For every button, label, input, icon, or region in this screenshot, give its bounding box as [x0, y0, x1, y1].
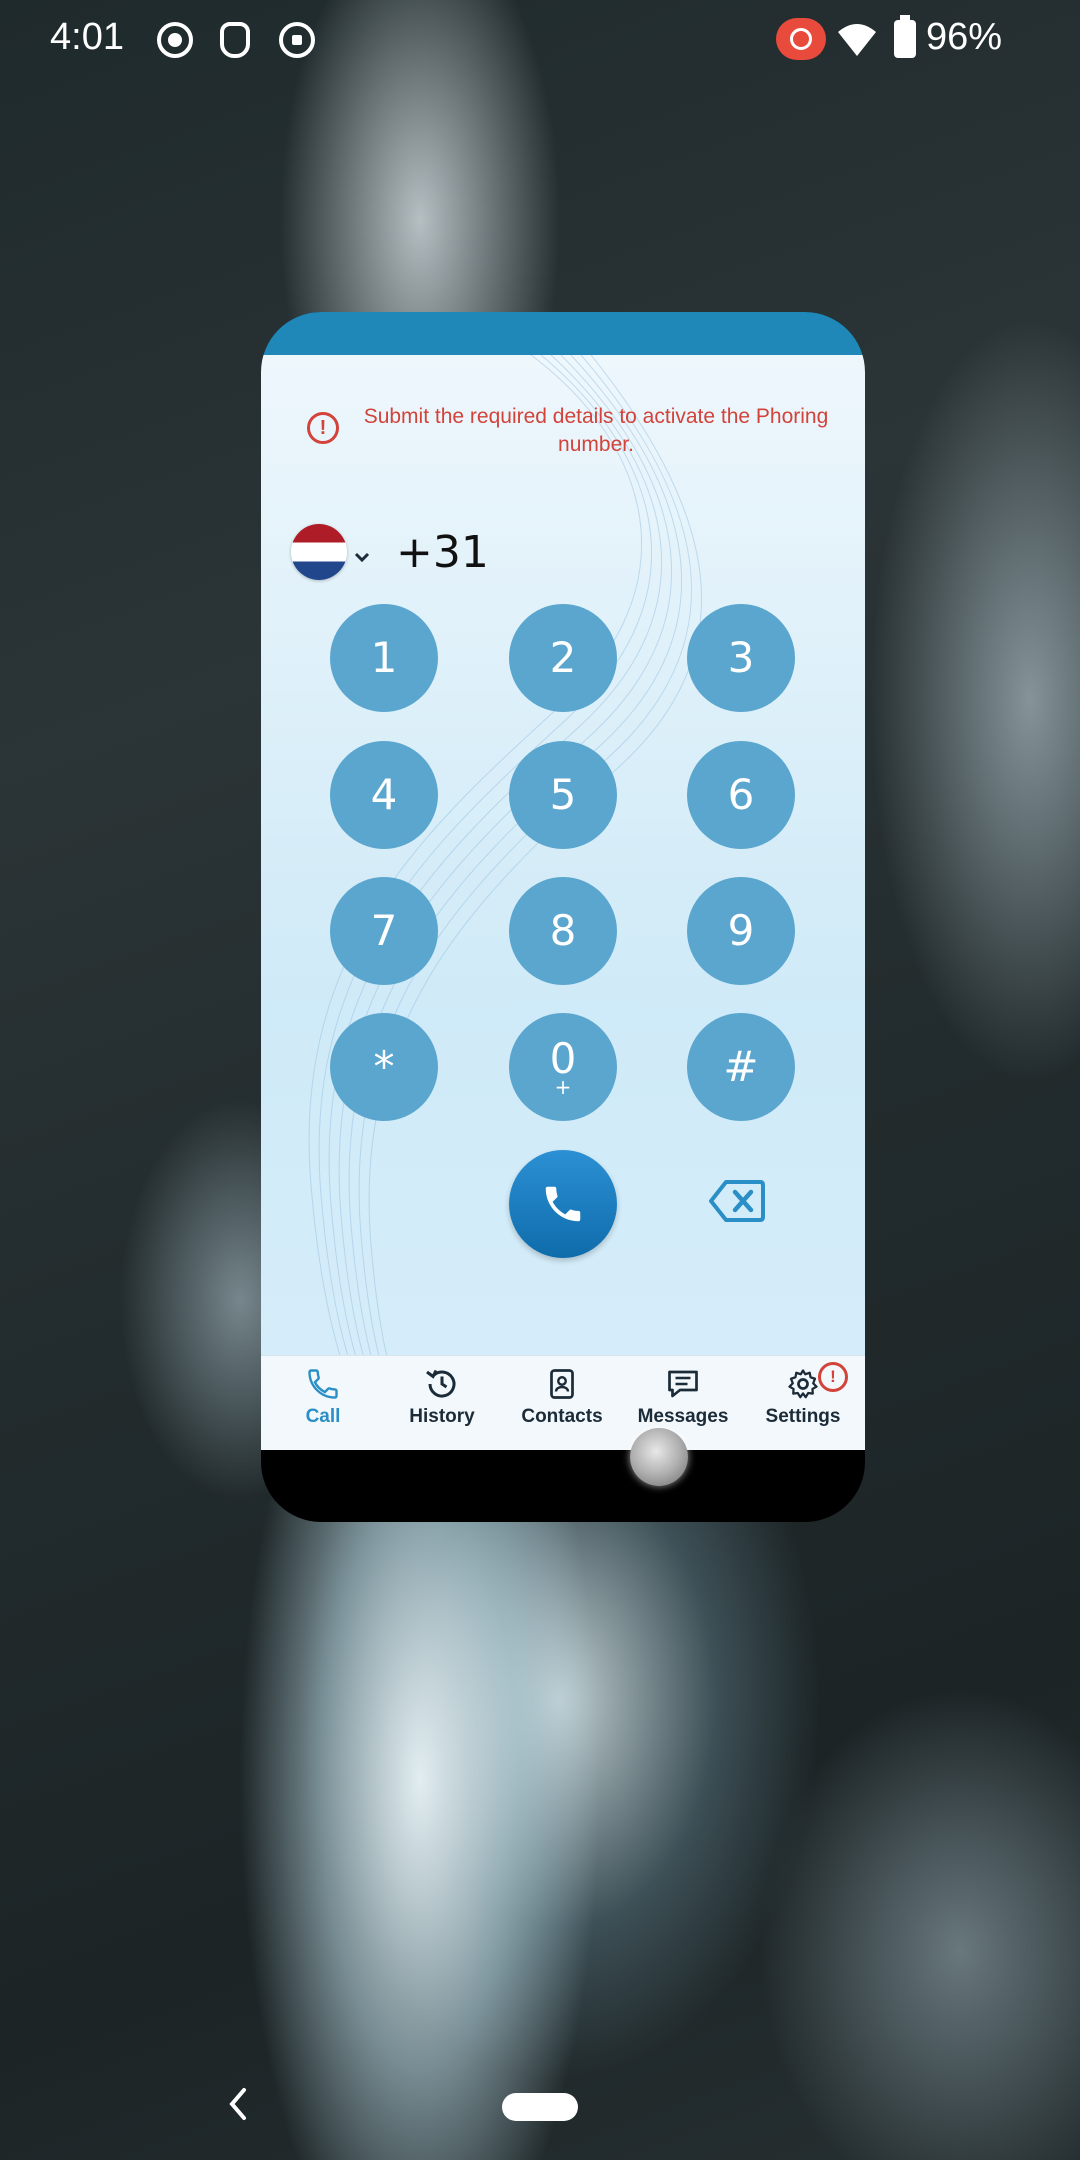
key-label: *: [373, 1042, 395, 1091]
nav-label: Messages: [637, 1406, 729, 1427]
status-bar: 4:01 96%: [0, 0, 1080, 80]
key-label: 3: [727, 633, 755, 682]
nav-label: Contacts: [521, 1406, 603, 1427]
key-0[interactable]: 0 +: [509, 1013, 617, 1121]
key-label: 8: [549, 906, 577, 955]
battery-percentage: 96%: [926, 16, 1003, 58]
nav-history[interactable]: History: [382, 1356, 502, 1450]
key-1[interactable]: 1: [330, 604, 438, 712]
back-icon[interactable]: [226, 2084, 250, 2124]
key-label: 6: [727, 770, 755, 819]
dialed-number: +31: [396, 527, 489, 578]
key-7[interactable]: 7: [330, 877, 438, 985]
key-9[interactable]: 9: [687, 877, 795, 985]
status-time: 4:01: [50, 16, 124, 58]
call-button[interactable]: [509, 1150, 617, 1258]
key-4[interactable]: 4: [330, 741, 438, 849]
battery-charging-icon: [894, 15, 916, 58]
history-icon: [426, 1369, 456, 1398]
phone-icon: [308, 1369, 338, 1399]
record-icon: [776, 18, 826, 60]
app-window: ! Submit the required details to activat…: [261, 312, 865, 1522]
alert-icon: !: [307, 412, 339, 444]
dialer-screen: ! Submit the required details to activat…: [261, 355, 865, 1450]
contacts-icon: [550, 1369, 574, 1399]
assistant-icon: [220, 22, 250, 58]
bottom-navigation: Call History Contacts Messages ! Setting…: [261, 1355, 865, 1450]
settings-icon: [788, 1369, 818, 1399]
key-label: 1: [370, 633, 398, 682]
key-hash[interactable]: #: [687, 1013, 795, 1121]
home-pill[interactable]: [502, 2093, 578, 2121]
backspace-button[interactable]: [708, 1178, 766, 1224]
messages-icon: [668, 1370, 698, 1398]
wifi-icon: [838, 24, 876, 56]
key-label: 2: [549, 633, 577, 682]
settings-alert-badge: !: [818, 1362, 848, 1392]
app-topbar: [261, 312, 865, 355]
key-label: #: [723, 1042, 759, 1091]
key-5[interactable]: 5: [509, 741, 617, 849]
nav-label: Call: [305, 1406, 341, 1427]
key-label: 9: [727, 906, 755, 955]
floating-home-button[interactable]: [630, 1428, 688, 1486]
phone-icon: [545, 1186, 581, 1222]
screen-record-icon: [157, 22, 193, 58]
key-3[interactable]: 3: [687, 604, 795, 712]
key-label: 4: [370, 770, 398, 819]
system-navigation-bar: [0, 2060, 1080, 2160]
key-8[interactable]: 8: [509, 877, 617, 985]
nav-settings[interactable]: ! Settings: [743, 1356, 863, 1450]
nav-contacts[interactable]: Contacts: [502, 1356, 622, 1450]
key-sublabel: +: [554, 1075, 572, 1099]
key-2[interactable]: 2: [509, 604, 617, 712]
key-star[interactable]: *: [330, 1013, 438, 1121]
key-6[interactable]: 6: [687, 741, 795, 849]
nav-call[interactable]: Call: [263, 1356, 383, 1450]
nav-label: Settings: [765, 1406, 841, 1427]
key-label: 5: [549, 770, 577, 819]
notification-icon: [279, 22, 315, 58]
activation-alert-message: Submit the required details to activate …: [363, 405, 829, 456]
chevron-down-icon[interactable]: [353, 551, 371, 563]
nav-label: History: [409, 1406, 475, 1427]
key-label: 7: [370, 906, 398, 955]
country-flag-netherlands[interactable]: [291, 524, 347, 580]
